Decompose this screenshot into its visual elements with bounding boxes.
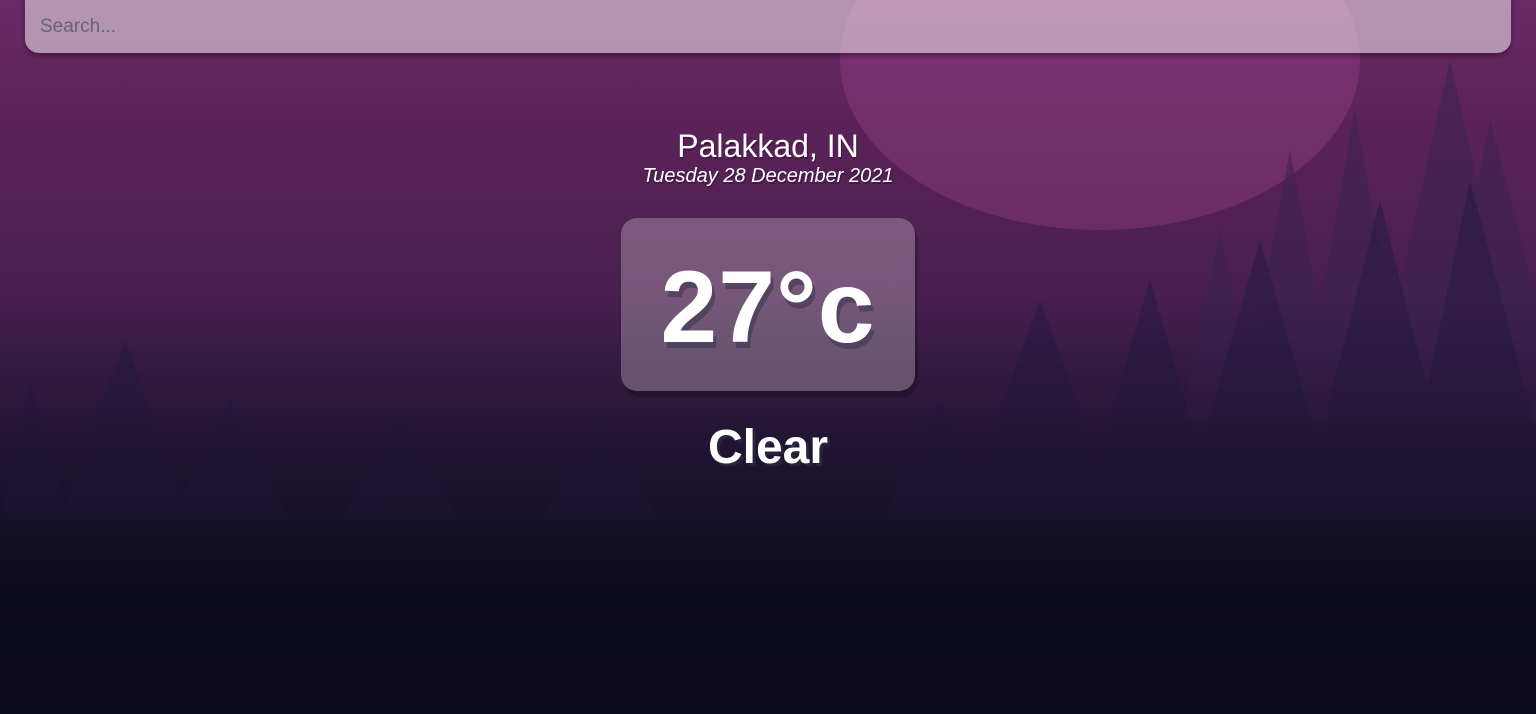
location-box: Palakkad, IN Tuesday 28 December 2021 <box>0 126 1536 186</box>
weather-app: Palakkad, IN Tuesday 28 December 2021 27… <box>0 0 1536 714</box>
date-label: Tuesday 28 December 2021 <box>642 165 894 187</box>
temperature-value: 27°c <box>660 249 876 364</box>
search-input[interactable] <box>25 0 1511 53</box>
weather-condition: Clear <box>707 421 829 474</box>
temperature-box: 27°c <box>621 218 915 391</box>
location-name: Palakkad, IN <box>677 128 859 164</box>
